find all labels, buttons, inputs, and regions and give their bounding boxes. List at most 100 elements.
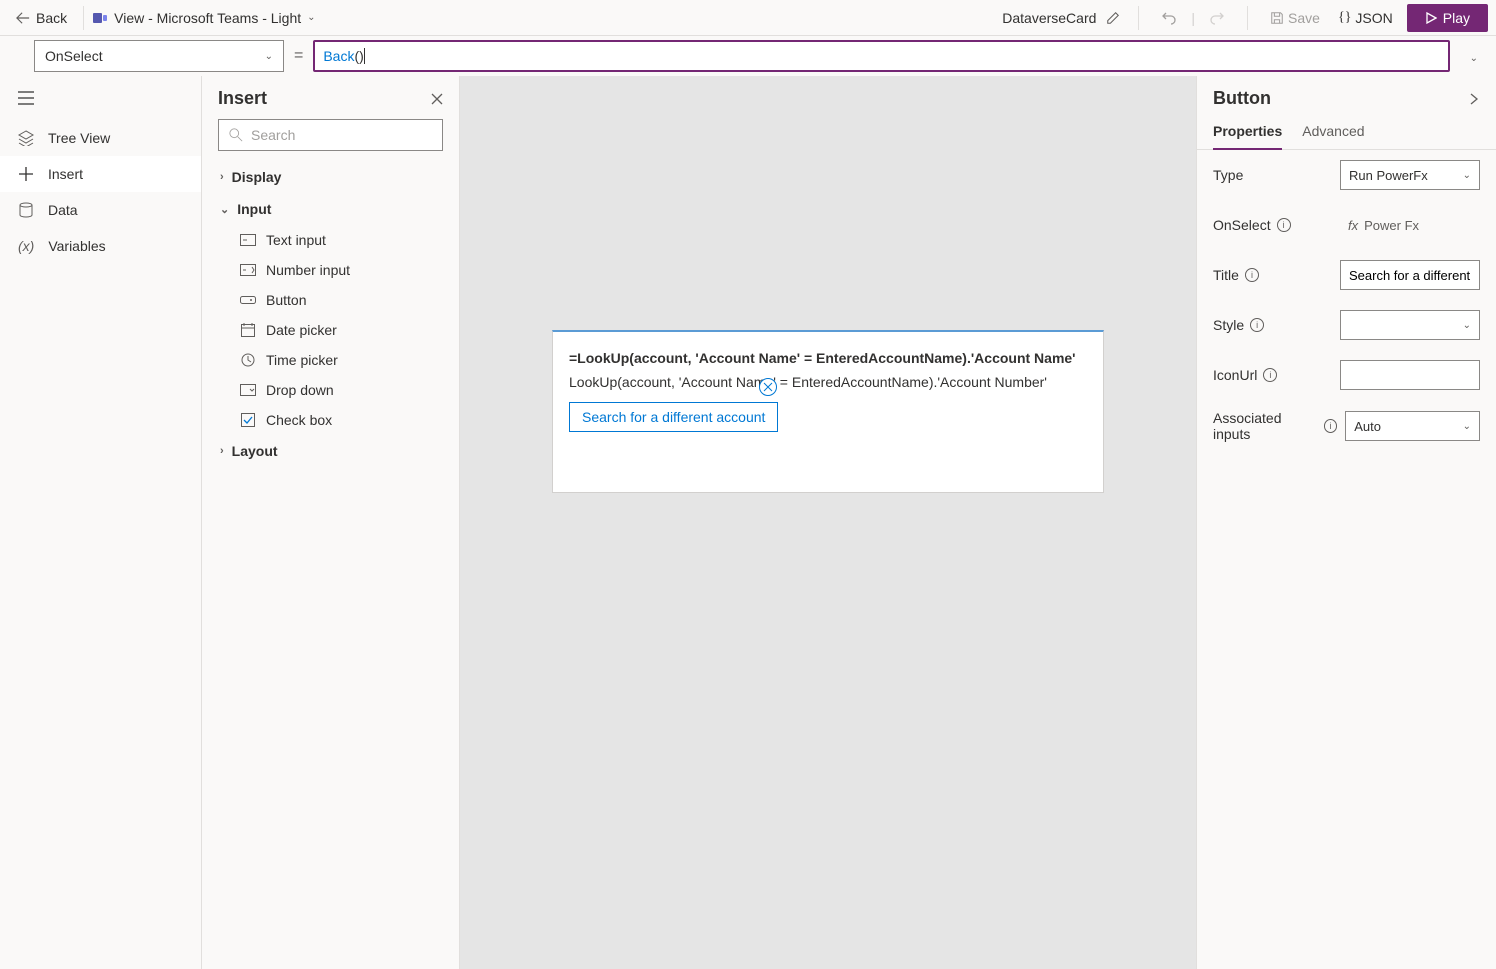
rail-item-variables[interactable]: (x) Variables <box>0 228 201 264</box>
cylinder-icon <box>18 202 34 218</box>
category-label: Display <box>232 169 282 185</box>
chevron-down-icon: ⌄ <box>220 203 229 216</box>
property-selector[interactable]: OnSelect ⌄ <box>34 40 284 72</box>
chevron-down-icon: ⌄ <box>1463 421 1471 432</box>
prop-style-select[interactable]: ⌄ <box>1340 310 1480 340</box>
insert-search[interactable] <box>218 119 443 151</box>
redo-button[interactable] <box>1205 10 1229 26</box>
save-icon <box>1270 11 1284 25</box>
rail-item-label: Insert <box>48 166 83 182</box>
view-label: View - Microsoft Teams - Light <box>114 10 301 26</box>
hamburger-button[interactable] <box>0 76 201 120</box>
info-icon[interactable]: i <box>1277 218 1291 232</box>
save-button[interactable]: Save <box>1266 10 1324 26</box>
edit-name-button[interactable] <box>1106 11 1120 25</box>
rail-item-data[interactable]: Data <box>0 192 201 228</box>
insert-item-label: Time picker <box>266 352 338 368</box>
insert-search-input[interactable] <box>251 127 432 143</box>
back-button[interactable]: Back <box>8 4 75 32</box>
expand-panel-button[interactable] <box>1468 93 1480 105</box>
insert-time-picker[interactable]: Time picker <box>202 345 459 375</box>
prop-title-value[interactable] <box>1349 268 1471 283</box>
back-label: Back <box>36 10 67 26</box>
close-insert-button[interactable] <box>431 93 443 105</box>
card-textblock-1[interactable]: =LookUp(account, 'Account Name' = Entere… <box>569 350 1087 366</box>
insert-button[interactable]: Button <box>202 285 459 315</box>
chevron-down-icon: ⌄ <box>1463 320 1471 331</box>
info-icon[interactable]: i <box>1263 368 1277 382</box>
insert-date-picker[interactable]: Date picker <box>202 315 459 345</box>
divider <box>83 6 84 30</box>
info-icon[interactable]: i <box>1245 268 1259 282</box>
properties-panel: Button Properties Advanced Type Run Powe… <box>1196 76 1496 969</box>
insert-checkbox[interactable]: Check box <box>202 405 459 435</box>
play-label: Play <box>1443 10 1470 26</box>
rail-item-label: Data <box>48 202 78 218</box>
play-icon <box>1425 12 1437 24</box>
category-display[interactable]: › Display <box>202 161 459 193</box>
insert-item-label: Number input <box>266 262 350 278</box>
equals-sign: = <box>294 47 303 65</box>
selection-handle[interactable] <box>759 378 777 396</box>
formula-expand-button[interactable]: ⌄ <box>1460 48 1488 64</box>
rail-item-insert[interactable]: Insert <box>0 156 201 192</box>
insert-item-label: Check box <box>266 412 332 428</box>
view-dropdown[interactable]: View - Microsoft Teams - Light ⌄ <box>92 10 315 26</box>
category-input[interactable]: ⌄ Input <box>202 193 459 225</box>
category-layout[interactable]: › Layout <box>202 435 459 467</box>
canvas[interactable]: =LookUp(account, 'Account Name' = Entere… <box>460 76 1196 969</box>
insert-item-label: Date picker <box>266 322 337 338</box>
variable-icon: (x) <box>18 238 34 254</box>
chevron-down-icon: ⌄ <box>1470 53 1478 64</box>
info-icon[interactable]: i <box>1324 419 1337 433</box>
prop-iconurl-value[interactable] <box>1349 368 1471 383</box>
insert-panel: Insert › Display ⌄ Input Text input Numb… <box>202 76 460 969</box>
insert-text-input[interactable]: Text input <box>202 225 459 255</box>
close-circle-icon <box>763 382 773 392</box>
prop-assoc-select[interactable]: Auto ⌄ <box>1345 411 1480 441</box>
category-label: Input <box>237 201 271 217</box>
arrow-left-icon <box>16 11 30 25</box>
divider <box>1138 6 1139 30</box>
calendar-icon <box>240 322 256 338</box>
insert-item-label: Button <box>266 292 306 308</box>
number-input-icon <box>240 262 256 278</box>
tab-advanced[interactable]: Advanced <box>1302 117 1364 149</box>
hamburger-icon <box>18 91 34 105</box>
prop-title-input[interactable] <box>1340 260 1480 290</box>
insert-dropdown[interactable]: Drop down <box>202 375 459 405</box>
undo-button[interactable] <box>1157 10 1181 26</box>
prop-iconurl-input[interactable] <box>1340 360 1480 390</box>
pencil-icon <box>1106 11 1120 25</box>
chevron-right-icon <box>1468 93 1480 105</box>
info-icon[interactable]: i <box>1250 318 1264 332</box>
text-input-icon <box>240 232 256 248</box>
rail-item-tree-view[interactable]: Tree View <box>0 120 201 156</box>
insert-number-input[interactable]: Number input <box>202 255 459 285</box>
json-button[interactable]: {} JSON <box>1334 10 1397 26</box>
formula-bar: OnSelect ⌄ = Back() ⌄ <box>0 36 1496 76</box>
prop-label-onselect: OnSelect <box>1213 217 1271 233</box>
prop-onselect-fx[interactable]: fx Power Fx <box>1340 210 1480 240</box>
layers-icon <box>18 130 34 146</box>
json-label: JSON <box>1355 10 1392 26</box>
prop-label-iconurl: IconUrl <box>1213 367 1257 383</box>
chevron-right-icon: › <box>220 445 224 457</box>
card-textblock-2[interactable]: LookUp(account, 'Account Name' = Entered… <box>569 374 1087 390</box>
braces-icon: {} <box>1338 10 1351 26</box>
play-button[interactable]: Play <box>1407 4 1488 32</box>
divider <box>1247 6 1248 30</box>
chevron-down-icon: ⌄ <box>307 12 315 23</box>
properties-panel-title: Button <box>1213 88 1271 109</box>
prop-type-select[interactable]: Run PowerFx ⌄ <box>1340 160 1480 190</box>
formula-input[interactable]: Back() <box>313 40 1449 72</box>
rail-item-label: Tree View <box>48 130 110 146</box>
prop-label-associated: Associated inputs <box>1213 410 1318 442</box>
prop-assoc-value: Auto <box>1354 419 1381 434</box>
category-label: Layout <box>232 443 278 459</box>
tab-properties[interactable]: Properties <box>1213 117 1282 149</box>
checkbox-icon <box>240 412 256 428</box>
card-preview[interactable]: =LookUp(account, 'Account Name' = Entere… <box>552 330 1104 493</box>
card-button-search[interactable]: Search for a different account <box>569 402 778 432</box>
plus-icon <box>18 166 34 182</box>
